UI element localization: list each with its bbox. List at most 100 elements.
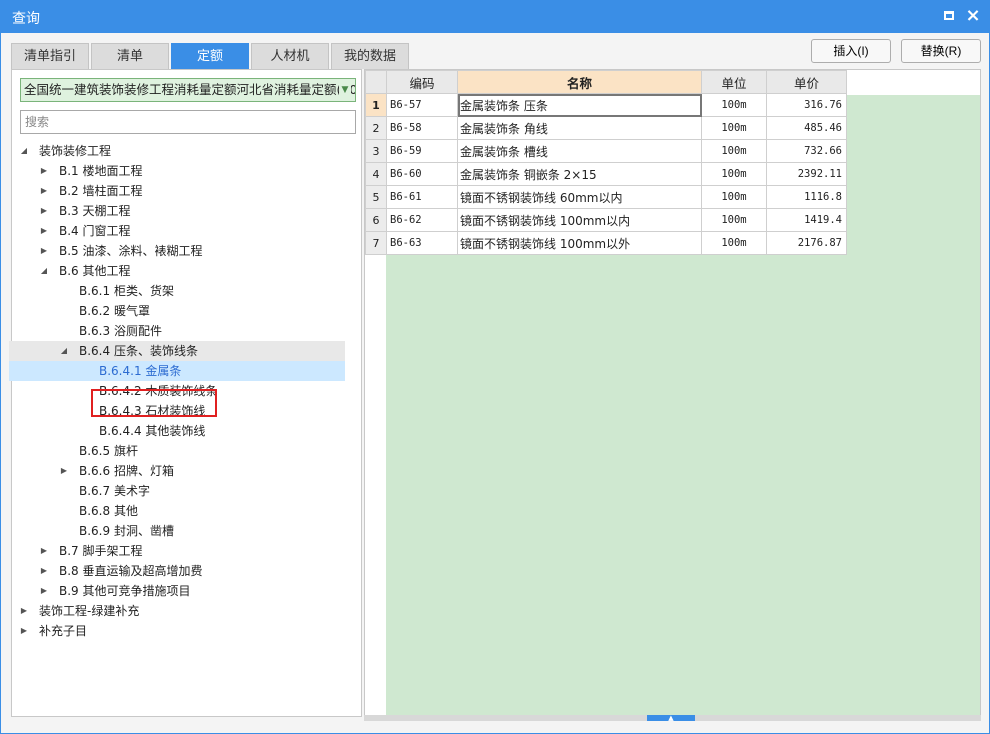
table-row[interactable]: 4 B6-60 金属装饰条 铜嵌条 2×15 100m 2392.11: [365, 162, 847, 186]
price-cell[interactable]: 2392.11: [766, 162, 847, 186]
row-number-header: [365, 70, 387, 94]
code-cell[interactable]: B6-62: [386, 208, 458, 232]
maximize-icon[interactable]: [940, 7, 958, 25]
table-row[interactable]: 5 B6-61 镜面不锈钢装饰线 60mm以内 100m 1116.8: [365, 185, 847, 209]
collapsed-arrow-icon[interactable]: ▶: [39, 161, 49, 181]
tree-node[interactable]: ▶ B.9 其他可竞争措施项目: [9, 581, 345, 601]
row-number-cell[interactable]: 1: [365, 93, 387, 117]
tree-node[interactable]: ▶ B.5 油漆、涂料、裱糊工程: [9, 241, 345, 261]
unit-cell[interactable]: 100m: [701, 93, 767, 117]
name-cell[interactable]: 镜面不锈钢装饰线 100mm以外: [457, 231, 702, 255]
row-number-cell[interactable]: 5: [365, 185, 387, 209]
table-row[interactable]: 1 B6-57 金属装饰条 压条 100m 316.76: [365, 93, 847, 117]
expanded-arrow-icon[interactable]: ◢: [59, 341, 69, 361]
column-header-name[interactable]: 名称: [457, 70, 702, 94]
tree-node[interactable]: ▶ 补充子目: [9, 621, 345, 641]
tree-node[interactable]: B.6.4.1 金属条: [9, 361, 345, 381]
expanded-arrow-icon[interactable]: ◢: [19, 141, 29, 161]
name-cell[interactable]: 金属装饰条 压条: [457, 93, 702, 117]
code-cell[interactable]: B6-63: [386, 231, 458, 255]
name-cell[interactable]: 金属装饰条 槽线: [457, 139, 702, 163]
tree-node[interactable]: B.6.4.4 其他装饰线: [9, 421, 345, 441]
tab-labor-material[interactable]: 人材机: [251, 43, 329, 69]
unit-cell[interactable]: 100m: [701, 162, 767, 186]
collapsed-arrow-icon[interactable]: ▶: [39, 221, 49, 241]
tree-node[interactable]: B.6.1 柜类、货架: [9, 281, 345, 301]
tree-node[interactable]: B.6.4.3 石材装饰线: [9, 401, 345, 421]
name-cell[interactable]: 金属装饰条 铜嵌条 2×15: [457, 162, 702, 186]
row-number-cell[interactable]: 3: [365, 139, 387, 163]
name-cell[interactable]: 镜面不锈钢装饰线 60mm以内: [457, 185, 702, 209]
tree-node[interactable]: ▶ B.3 天棚工程: [9, 201, 345, 221]
dropdown-arrow-icon[interactable]: ▼: [339, 79, 351, 101]
horizontal-scrollbar[interactable]: ▲: [364, 715, 981, 722]
collapsed-arrow-icon[interactable]: ▶: [39, 181, 49, 201]
price-cell[interactable]: 2176.87: [766, 231, 847, 255]
table-row[interactable]: 2 B6-58 金属装饰条 角线 100m 485.46: [365, 116, 847, 140]
tree-node[interactable]: B.6.3 浴厕配件: [9, 321, 345, 341]
code-cell[interactable]: B6-59: [386, 139, 458, 163]
tab-my-data[interactable]: 我的数据: [331, 43, 409, 69]
scroll-grip-icon[interactable]: ▲: [647, 715, 695, 722]
tree-node[interactable]: ▶ B.8 垂直运输及超高增加费: [9, 561, 345, 581]
row-number-cell[interactable]: 2: [365, 116, 387, 140]
tree-node[interactable]: ▶ B.2 墙柱面工程: [9, 181, 345, 201]
unit-cell[interactable]: 100m: [701, 139, 767, 163]
unit-cell[interactable]: 100m: [701, 116, 767, 140]
unit-cell[interactable]: 100m: [701, 231, 767, 255]
tree-node[interactable]: ▶ B.7 脚手架工程: [9, 541, 345, 561]
table-row[interactable]: 3 B6-59 金属装饰条 槽线 100m 732.66: [365, 139, 847, 163]
collapsed-arrow-icon[interactable]: ▶: [39, 241, 49, 261]
price-cell[interactable]: 1116.8: [766, 185, 847, 209]
tree-node[interactable]: B.6.9 封洞、凿槽: [9, 521, 345, 541]
unit-cell[interactable]: 100m: [701, 185, 767, 209]
expanded-arrow-icon[interactable]: ◢: [39, 261, 49, 281]
tree-node[interactable]: ▶ B.1 楼地面工程: [9, 161, 345, 181]
close-icon[interactable]: ×: [964, 7, 982, 25]
row-number-cell[interactable]: 6: [365, 208, 387, 232]
collapsed-arrow-icon[interactable]: ▶: [39, 541, 49, 561]
price-cell[interactable]: 732.66: [766, 139, 847, 163]
code-cell[interactable]: B6-58: [386, 116, 458, 140]
insert-button[interactable]: 插入(I): [811, 39, 891, 63]
column-header-unit[interactable]: 单位: [701, 70, 767, 94]
collapsed-arrow-icon[interactable]: ▶: [19, 601, 29, 621]
tree-node[interactable]: B.6.7 美术字: [9, 481, 345, 501]
table-row[interactable]: 6 B6-62 镜面不锈钢装饰线 100mm以内 100m 1419.4: [365, 208, 847, 232]
tree-node[interactable]: B.6.4.2 木质装饰线条: [9, 381, 345, 401]
tree-node[interactable]: B.6.5 旗杆: [9, 441, 345, 461]
code-cell[interactable]: B6-61: [386, 185, 458, 209]
tab-list-guide[interactable]: 清单指引: [11, 43, 89, 69]
collapsed-arrow-icon[interactable]: ▶: [39, 581, 49, 601]
tree-node[interactable]: ▶ B.4 门窗工程: [9, 221, 345, 241]
collapsed-arrow-icon[interactable]: ▶: [59, 461, 69, 481]
table-row[interactable]: 7 B6-63 镜面不锈钢装饰线 100mm以外 100m 2176.87: [365, 231, 847, 255]
quota-library-dropdown[interactable]: 全国统一建筑装饰装修工程消耗量定额河北省消耗量定额(20 ▼: [20, 78, 356, 102]
tab-list[interactable]: 清单: [91, 43, 169, 69]
tree-node[interactable]: ◢ B.6 其他工程: [9, 261, 345, 281]
tree-node[interactable]: ◢ B.6.4 压条、装饰线条: [9, 341, 345, 361]
row-number-cell[interactable]: 4: [365, 162, 387, 186]
tree-node[interactable]: ▶ B.6.6 招牌、灯箱: [9, 461, 345, 481]
search-input[interactable]: [20, 110, 356, 134]
collapsed-arrow-icon[interactable]: ▶: [39, 201, 49, 221]
column-header-code[interactable]: 编码: [386, 70, 458, 94]
code-cell[interactable]: B6-57: [386, 93, 458, 117]
collapsed-arrow-icon[interactable]: ▶: [19, 621, 29, 641]
unit-cell[interactable]: 100m: [701, 208, 767, 232]
column-header-price[interactable]: 单价: [766, 70, 847, 94]
price-cell[interactable]: 316.76: [766, 93, 847, 117]
row-number-cell[interactable]: 7: [365, 231, 387, 255]
tree-node[interactable]: B.6.8 其他: [9, 501, 345, 521]
tab-quota[interactable]: 定额: [171, 43, 249, 69]
tree-node[interactable]: ▶ 装饰工程-绿建补充: [9, 601, 345, 621]
price-cell[interactable]: 485.46: [766, 116, 847, 140]
tree-node[interactable]: B.6.2 暖气罩: [9, 301, 345, 321]
code-cell[interactable]: B6-60: [386, 162, 458, 186]
price-cell[interactable]: 1419.4: [766, 208, 847, 232]
collapsed-arrow-icon[interactable]: ▶: [39, 561, 49, 581]
name-cell[interactable]: 金属装饰条 角线: [457, 116, 702, 140]
replace-button[interactable]: 替换(R): [901, 39, 981, 63]
name-cell[interactable]: 镜面不锈钢装饰线 100mm以内: [457, 208, 702, 232]
tree-node[interactable]: ◢ 装饰装修工程: [9, 141, 345, 161]
